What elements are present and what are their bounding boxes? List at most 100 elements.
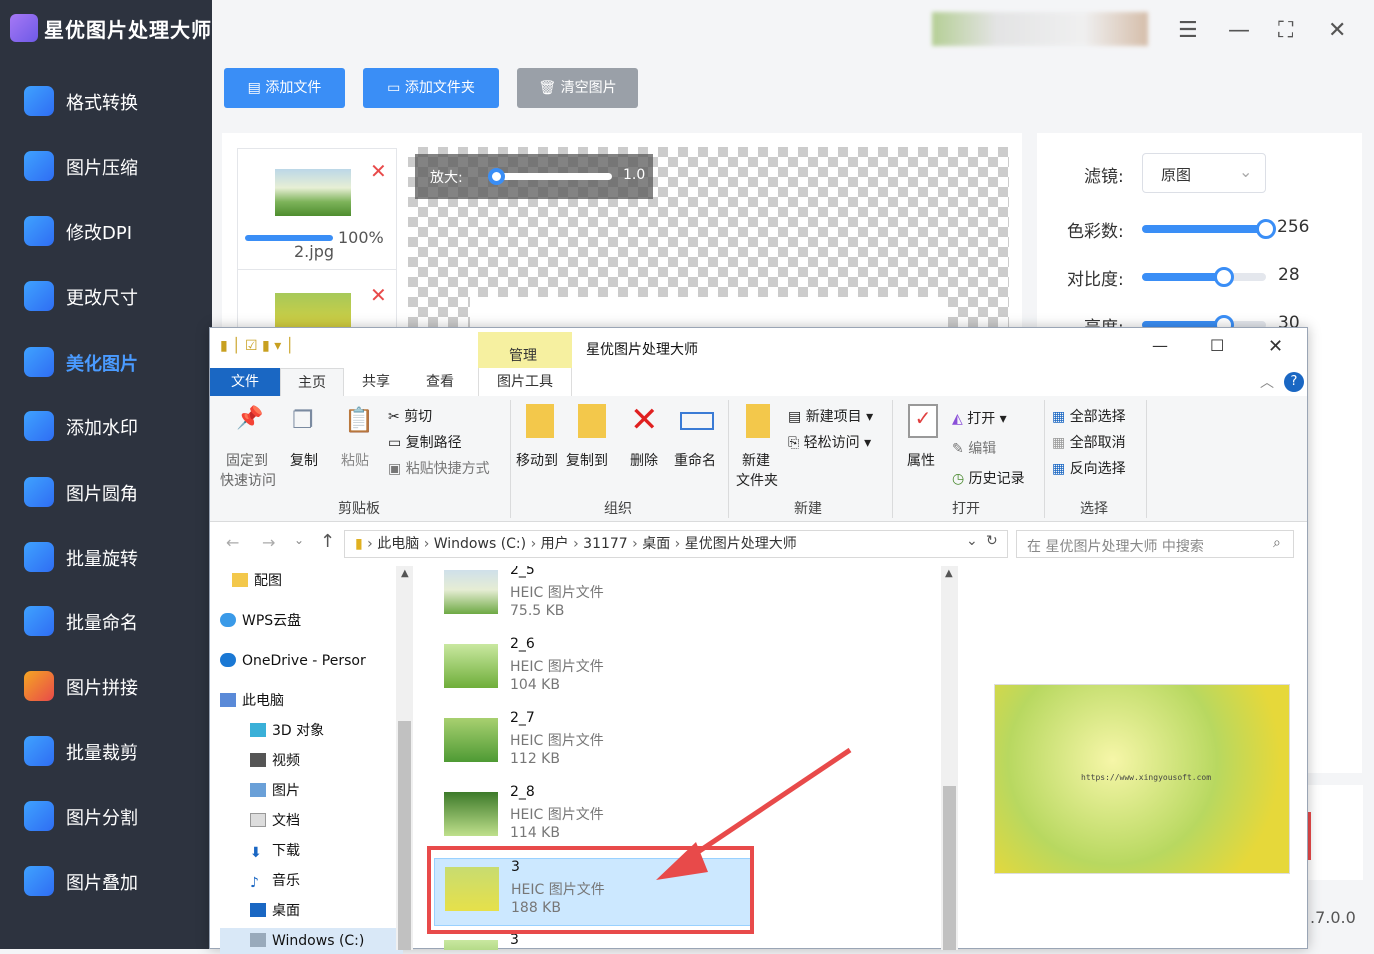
properties-button[interactable]: 属性 <box>907 450 935 470</box>
new-folder-button[interactable]: 新建 <box>742 450 770 470</box>
filter-select[interactable]: 原图 ⌄ <box>1142 153 1266 193</box>
paste-button[interactable]: 粘贴 <box>341 450 369 470</box>
tree-item[interactable]: WPS云盘 <box>220 608 301 634</box>
slider-knob[interactable] <box>1214 267 1234 287</box>
up-icon[interactable]: ↑ <box>320 531 335 552</box>
pin-label[interactable]: 固定到 <box>226 450 268 470</box>
history-button[interactable]: ◷ 历史记录 <box>952 468 1025 488</box>
thumbnail-image[interactable] <box>275 293 351 331</box>
paste-shortcut-button[interactable]: ▣ 粘贴快捷方式 <box>388 458 490 478</box>
tab-file[interactable]: 文件 <box>210 368 280 396</box>
tree-item[interactable]: 文档 <box>250 808 300 834</box>
contrast-slider[interactable] <box>1142 267 1266 287</box>
tree-item[interactable]: 配图 <box>232 568 282 594</box>
invert-selection-button[interactable]: ▦ 反向选择 <box>1052 458 1126 478</box>
thumbnail-image[interactable] <box>275 169 351 216</box>
easy-access-button[interactable]: ⎘ 轻松访问 ▾ <box>788 432 871 452</box>
breadcrumb-item[interactable]: 31177 <box>583 536 628 552</box>
open-button[interactable]: ◭ 打开 ▾ <box>952 408 1007 428</box>
sidebar-item-rename[interactable]: 批量命名 <box>0 592 212 650</box>
maximize-icon[interactable]: ☐ <box>1210 336 1224 355</box>
new-folder-label-2[interactable]: 文件夹 <box>736 470 778 490</box>
recent-icon[interactable]: ⌄ <box>294 533 304 547</box>
sidebar-item-compress[interactable]: 图片压缩 <box>0 137 212 195</box>
scroll-up-icon[interactable]: ▲ <box>945 568 953 579</box>
tab-picture-tools[interactable]: 图片工具 <box>478 368 572 396</box>
tree-item[interactable]: OneDrive - Persor <box>220 648 366 674</box>
scrollbar-thumb[interactable] <box>398 721 411 950</box>
breadcrumb-item[interactable]: 星优图片处理大师 <box>685 536 797 552</box>
breadcrumb-item[interactable]: 此电脑 <box>377 536 419 552</box>
tree-item[interactable]: ♪ 音乐 <box>250 868 300 894</box>
copy-to-button[interactable]: 复制到 <box>566 450 608 470</box>
sidebar-item-beautify[interactable]: 美化图片 <box>0 333 212 391</box>
nav-scrollbar[interactable]: ▲ <box>396 566 413 950</box>
tree-item[interactable]: 桌面 <box>250 898 300 924</box>
scroll-up-icon[interactable]: ▲ <box>401 568 409 579</box>
select-none-button[interactable]: ▦ 全部取消 <box>1052 432 1126 452</box>
breadcrumb-item[interactable]: 桌面 <box>642 536 670 552</box>
add-file-button[interactable]: ▤ 添加文件 <box>224 68 345 108</box>
tree-item[interactable]: ⬇ 下载 <box>250 838 300 864</box>
tab-view[interactable]: 查看 <box>408 368 472 396</box>
start-button-edge[interactable] <box>1308 812 1311 860</box>
rename-button[interactable]: 重命名 <box>674 450 716 470</box>
forward-icon[interactable]: → <box>262 533 275 552</box>
sidebar-item-format[interactable]: 格式转换 <box>0 72 212 130</box>
sidebar-item-resize[interactable]: 更改尺寸 <box>0 267 212 325</box>
tree-item[interactable]: 3D 对象 <box>250 718 324 744</box>
back-icon[interactable]: ← <box>226 533 239 552</box>
slider-knob[interactable] <box>1256 219 1276 239</box>
cut-button[interactable]: ✂ 剪切 <box>388 406 432 426</box>
address-bar[interactable]: ▮ › 此电脑 › Windows (C:) › 用户 › 31177 › 桌面… <box>344 530 1008 558</box>
sidebar-item-split[interactable]: 图片分割 <box>0 787 212 845</box>
file-item[interactable]: 2_6 HEIC 图片文件 104 KB <box>434 636 750 704</box>
color-count-slider[interactable] <box>1142 219 1276 239</box>
tab-home[interactable]: 主页 <box>280 368 344 396</box>
sidebar-item-overlay[interactable]: 图片叠加 <box>0 852 212 910</box>
minimize-icon[interactable]: — <box>1152 336 1168 355</box>
maximize-icon[interactable]: ⛶ <box>1278 18 1293 43</box>
zoom-slider[interactable] <box>488 168 612 185</box>
help-icon[interactable]: ? <box>1284 372 1304 392</box>
move-to-button[interactable]: 移动到 <box>516 450 558 470</box>
file-item[interactable]: 2_5 HEIC 图片文件 75.5 KB <box>434 566 750 630</box>
sidebar-item-crop[interactable]: 批量裁剪 <box>0 722 212 780</box>
collapse-ribbon-icon[interactable]: ︿ <box>1260 372 1274 392</box>
scrollbar-thumb[interactable] <box>943 786 956 950</box>
file-item[interactable]: 3 <box>434 932 750 950</box>
quick-access-toolbar-icons[interactable]: ▮ │ ☑ ▮ ▾ │ <box>220 338 294 354</box>
breadcrumb-item[interactable]: 用户 <box>541 536 569 552</box>
remove-icon[interactable]: ✕ <box>370 283 387 307</box>
sidebar-item-rotate[interactable]: 批量旋转 <box>0 528 212 586</box>
edit-button[interactable]: ✎ 编辑 <box>952 438 996 458</box>
breadcrumb-item[interactable]: Windows (C:) <box>434 536 526 552</box>
tab-share[interactable]: 共享 <box>344 368 408 396</box>
copy-path-button[interactable]: ▭ 复制路径 <box>388 432 462 452</box>
refresh-icon[interactable]: ↻ <box>986 533 998 549</box>
sidebar-item-round-corner[interactable]: 图片圆角 <box>0 463 212 521</box>
add-folder-button[interactable]: ▭ 添加文件夹 <box>363 68 499 108</box>
tree-item[interactable]: 此电脑 <box>220 688 284 714</box>
close-icon[interactable]: ✕ <box>1268 336 1283 357</box>
select-all-button[interactable]: ▦ 全部选择 <box>1052 406 1126 426</box>
copy-button[interactable]: 复制 <box>290 450 318 470</box>
sidebar-item-watermark[interactable]: 添加水印 <box>0 397 212 455</box>
new-item-button[interactable]: ▤ 新建项目 ▾ <box>788 406 873 426</box>
sidebar-item-stitch[interactable]: 图片拼接 <box>0 657 212 715</box>
zoom-knob[interactable] <box>488 168 505 185</box>
clear-images-button[interactable]: 🗑 清空图片 <box>517 68 638 108</box>
pin-label-2[interactable]: 快速访问 <box>220 470 276 490</box>
file-scrollbar[interactable]: ▲ <box>941 566 958 950</box>
search-box[interactable]: 在 星优图片处理大师 中搜索 ⌕ <box>1016 530 1294 558</box>
close-icon[interactable]: ✕ <box>1328 18 1346 43</box>
settings-sliders-icon[interactable]: ☰ <box>1178 18 1198 43</box>
remove-icon[interactable]: ✕ <box>370 159 387 183</box>
minimize-icon[interactable]: — <box>1228 18 1250 43</box>
sidebar-item-dpi[interactable]: 修改DPI <box>0 202 212 260</box>
tree-item[interactable]: 视频 <box>250 748 300 774</box>
delete-button[interactable]: 删除 <box>630 450 658 470</box>
tree-item[interactable]: 图片 <box>250 778 300 804</box>
tree-item-selected[interactable]: Windows (C:) <box>220 928 403 954</box>
address-dropdown-icon[interactable]: ⌄ <box>966 533 978 549</box>
